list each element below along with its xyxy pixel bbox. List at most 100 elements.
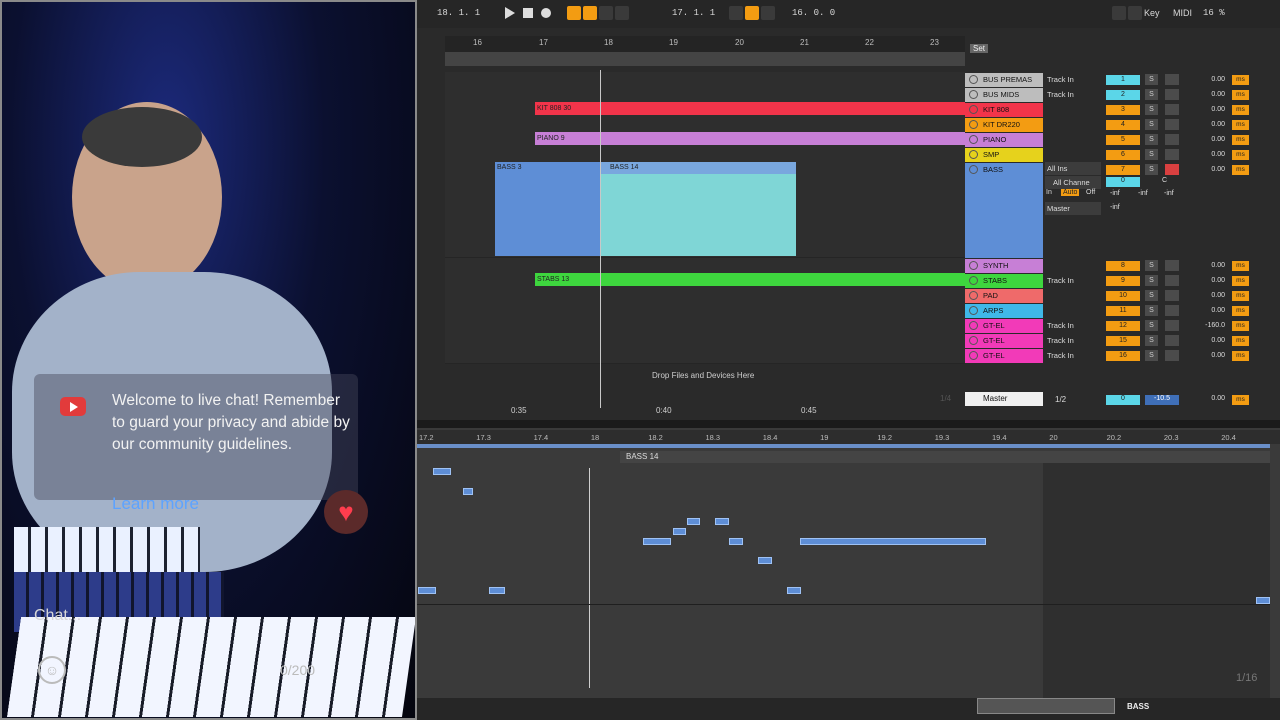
master-cue[interactable]: 0	[1106, 395, 1140, 405]
ms-button[interactable]: ms	[1232, 291, 1249, 301]
punch-in-icon[interactable]	[729, 6, 743, 20]
arm-button[interactable]	[1165, 119, 1179, 130]
track-activator-icon[interactable]	[969, 75, 978, 84]
learn-more-link[interactable]: Learn more	[112, 494, 199, 514]
midi-note[interactable]	[800, 538, 986, 545]
clip-bass-14[interactable]: BASS 14	[600, 162, 796, 256]
loop-circle-icon[interactable]	[615, 6, 629, 20]
arm-button[interactable]	[1165, 350, 1179, 361]
solo-button[interactable]: S	[1145, 350, 1158, 361]
ms-button[interactable]: ms	[1232, 261, 1249, 271]
track-header[interactable]: GT-EL	[965, 319, 1043, 333]
arrangement-position[interactable]: 18. 1. 1	[437, 8, 480, 18]
midi-note[interactable]	[463, 488, 473, 495]
midi-note[interactable]	[687, 518, 700, 525]
loop-start[interactable]: 17. 1. 1	[672, 8, 715, 18]
time-ruler[interactable]: 0:35 0:40 0:45	[445, 405, 965, 417]
ms-button[interactable]: ms	[1232, 120, 1249, 130]
ms-button[interactable]: ms	[1232, 306, 1249, 316]
track-activator-icon[interactable]	[969, 165, 978, 174]
midi-note[interactable]	[489, 587, 505, 594]
piano-roll-ruler[interactable]: 17.2 17.3 17.4 18 18.2 18.3 18.4 19 19.2 19.3 19.4…	[417, 430, 1280, 444]
track-header[interactable]: KIT DR220	[965, 118, 1043, 132]
track-header[interactable]: BUS PREMAS	[965, 73, 1043, 87]
track-header[interactable]: BASS	[965, 163, 1043, 258]
track-number[interactable]: 6	[1106, 150, 1140, 160]
track-number[interactable]: 2	[1106, 90, 1140, 100]
bass-pan[interactable]: C	[1162, 177, 1167, 184]
arm-button[interactable]	[1165, 290, 1179, 301]
monitor-in[interactable]: In	[1046, 189, 1052, 196]
lane-bus-mids[interactable]	[445, 87, 965, 103]
track-delay[interactable]: 0.00	[1197, 275, 1225, 286]
track-input[interactable]: Track In	[1045, 319, 1101, 332]
track-header[interactable]: ARPS	[965, 304, 1043, 318]
arm-button[interactable]	[1165, 104, 1179, 115]
lane-synth[interactable]	[445, 258, 965, 274]
track-input[interactable]: Track In	[1045, 334, 1101, 347]
loop-switch-icon[interactable]	[745, 6, 759, 20]
ms-button[interactable]: ms	[1232, 105, 1249, 115]
ms-button[interactable]: ms	[1232, 351, 1249, 361]
master-track[interactable]: Master	[965, 392, 1043, 406]
track-delay[interactable]: 0.00	[1197, 104, 1225, 115]
keyboard-icon[interactable]	[1128, 6, 1142, 20]
track-input[interactable]: Track In	[1045, 88, 1101, 101]
solo-button[interactable]: S	[1145, 134, 1158, 145]
solo-button[interactable]: S	[1145, 149, 1158, 160]
track-delay[interactable]: 0.00	[1197, 164, 1225, 175]
loop-length[interactable]: 16. 0. 0	[792, 8, 835, 18]
track-number[interactable]: 9	[1106, 276, 1140, 286]
track-activator-icon[interactable]	[969, 105, 978, 114]
master-volume[interactable]: -10.5	[1145, 395, 1179, 405]
track-header[interactable]: BUS MIDS	[965, 88, 1043, 102]
arm-button[interactable]	[1165, 275, 1179, 286]
midi-map-button[interactable]: MIDI	[1173, 8, 1192, 18]
track-activator-icon[interactable]	[969, 336, 978, 345]
chat-input[interactable]: Chat...	[34, 607, 81, 625]
track-delay[interactable]: 0.00	[1197, 134, 1225, 145]
solo-button[interactable]: S	[1145, 305, 1158, 316]
lane-gt-el-3[interactable]	[445, 348, 965, 364]
stop-icon[interactable]	[523, 8, 533, 18]
loop-brace[interactable]	[445, 52, 965, 66]
piano-roll-loop-bar[interactable]	[417, 444, 1270, 448]
horizontal-scrollbar[interactable]	[977, 698, 1115, 714]
lane-kit-dr220[interactable]	[445, 117, 965, 133]
arm-button[interactable]	[1165, 149, 1179, 160]
draw-mode-icon[interactable]	[1112, 6, 1126, 20]
track-delay[interactable]: 0.00	[1197, 149, 1225, 160]
solo-button[interactable]: S	[1145, 74, 1158, 85]
set-button[interactable]: Set	[970, 44, 989, 53]
track-header[interactable]: GT-EL	[965, 334, 1043, 348]
punch-out-icon[interactable]	[761, 6, 775, 20]
track-activator-icon[interactable]	[969, 291, 978, 300]
track-activator-icon[interactable]	[969, 135, 978, 144]
arm-button[interactable]	[1165, 164, 1179, 175]
record-icon[interactable]	[541, 8, 551, 18]
track-number[interactable]: 16	[1106, 351, 1140, 361]
solo-button[interactable]: S	[1145, 260, 1158, 271]
track-activator-icon[interactable]	[969, 351, 978, 360]
track-header[interactable]: PAD	[965, 289, 1043, 303]
track-delay[interactable]: 0.00	[1197, 290, 1225, 301]
lane-smp[interactable]	[445, 147, 965, 163]
monitor-auto[interactable]: Auto	[1061, 189, 1080, 196]
midi-note[interactable]	[418, 587, 436, 594]
arm-button[interactable]	[1165, 305, 1179, 316]
solo-button[interactable]: S	[1145, 275, 1158, 286]
bar-ruler[interactable]: 16 17 18 19 20 21 22 23	[445, 36, 965, 52]
arm-button[interactable]	[1165, 260, 1179, 271]
key-map-button[interactable]: Key	[1144, 8, 1160, 18]
track-delay[interactable]: 0.00	[1197, 74, 1225, 85]
lane-bus-premas[interactable]	[445, 72, 965, 88]
track-delay[interactable]: 0.00	[1197, 305, 1225, 316]
midi-note[interactable]	[643, 538, 671, 545]
solo-button[interactable]: S	[1145, 104, 1158, 115]
master-delay[interactable]: 0.00	[1197, 395, 1225, 402]
arm-button[interactable]	[1165, 134, 1179, 145]
midi-note[interactable]	[715, 518, 729, 525]
track-input[interactable]: Track In	[1045, 349, 1101, 362]
track-number[interactable]: 4	[1106, 120, 1140, 130]
midi-note[interactable]	[758, 557, 772, 564]
